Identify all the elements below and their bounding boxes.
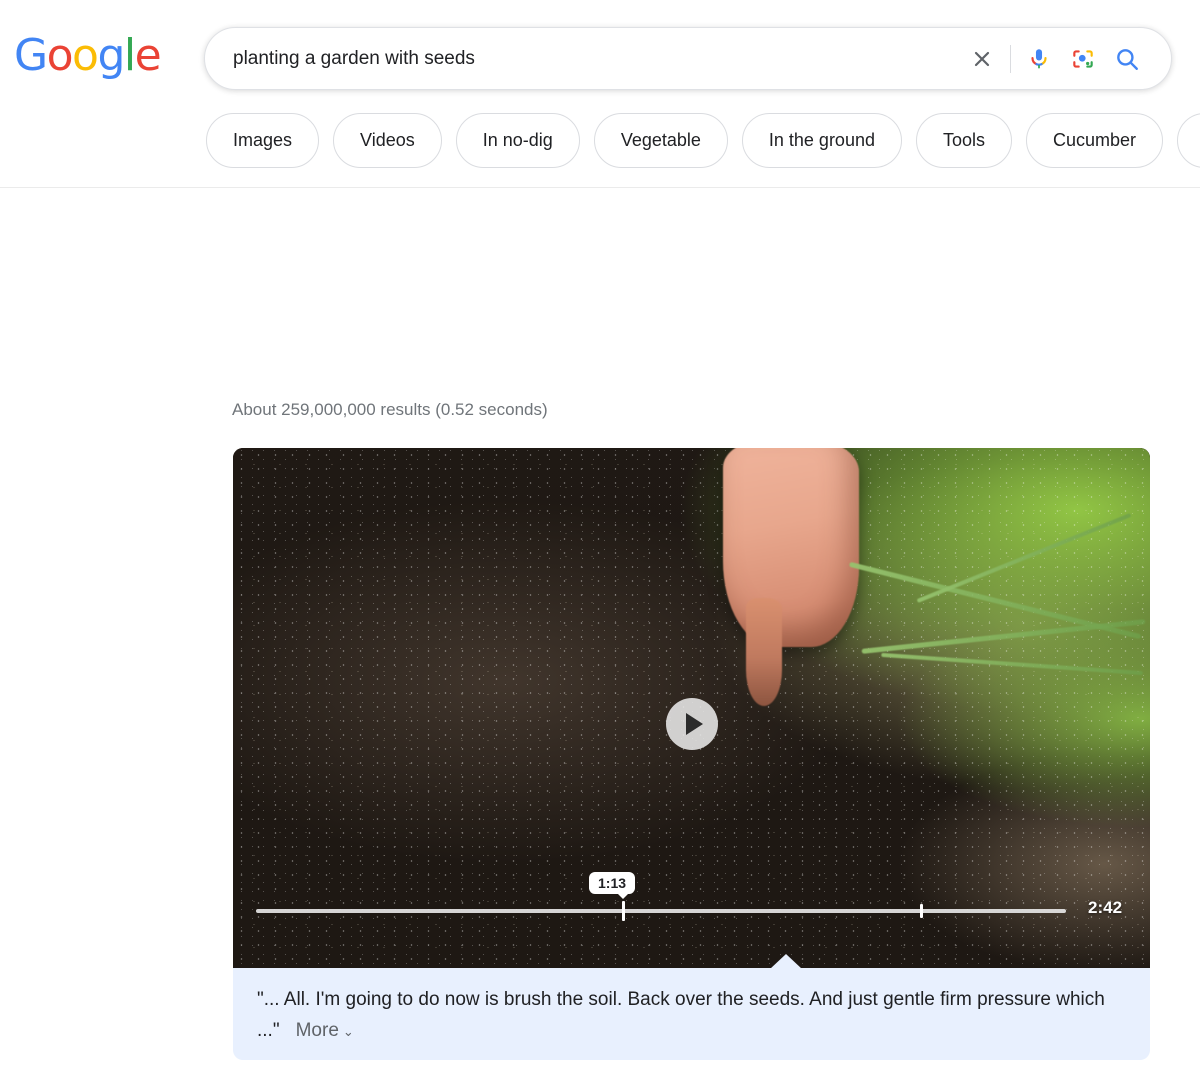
finger [746,598,782,706]
clear-icon[interactable] [960,37,1004,81]
more-button[interactable]: More ⌄ [296,1020,354,1041]
transcript-snippet-panel: "... All. I'm going to do now is brush t… [233,954,1150,1060]
logo-letter-g: g [97,30,125,81]
transcript-text-row: "... All. I'm going to do now is brush t… [257,984,1126,1047]
search-header: Google planting a garden with seeds Imag… [0,0,1200,188]
current-time-tooltip: 1:13 [589,872,636,899]
search-input[interactable] [205,47,960,70]
header-divider [0,187,1200,188]
play-button[interactable] [665,698,718,750]
logo-letter-e: e [134,30,162,81]
google-search-results-page: Google planting a garden with seeds Imag… [0,0,1200,1072]
chip-tools[interactable]: Tools [915,113,1013,168]
chip-cucumber[interactable]: Cucumber [1026,113,1164,168]
microphone-icon[interactable] [1017,37,1061,81]
chip-in-no-dig[interactable]: In no-dig [455,113,580,168]
snippet-pointer [770,954,802,969]
logo-letter-G: G [14,30,48,81]
chip-radish[interactable]: Radish [1177,113,1200,168]
chip-vegetable[interactable]: Vegetable [593,113,728,168]
filter-chips: Images Videos In no-dig Vegetable In the… [206,113,1200,168]
video-duration: 2:42 [1088,898,1123,917]
transcript-quote: "... All. I'm going to do now is brush t… [257,989,1105,1041]
search-divider [1010,44,1011,73]
logo-letter-o2: o [72,30,99,81]
google-lens-icon[interactable] [1061,37,1105,81]
search-submit-icon[interactable] [1105,37,1149,81]
chevron-down-icon: ⌄ [342,1024,354,1039]
logo-letter-l: l [123,30,136,81]
search-box[interactable] [204,27,1172,90]
chapter-marker [920,904,923,918]
video-player[interactable]: 1:13 2:42 [233,448,1150,968]
progress-bar[interactable] [256,909,1066,913]
chip-in-the-ground[interactable]: In the ground [741,113,902,168]
video-progress-area: 1:13 2:42 [233,872,1150,968]
google-logo[interactable]: Google [14,30,162,81]
search-box-icons [960,28,1171,89]
more-label: More [295,1020,339,1041]
chip-videos[interactable]: Videos [333,113,442,168]
logo-letter-o1: o [46,30,74,81]
hand-in-soil [723,448,859,647]
progress-scrubber[interactable] [622,901,625,921]
results-count: About 259,000,000 results (0.52 seconds) [232,400,548,419]
chip-images[interactable]: Images [206,113,320,168]
play-icon [685,713,703,735]
